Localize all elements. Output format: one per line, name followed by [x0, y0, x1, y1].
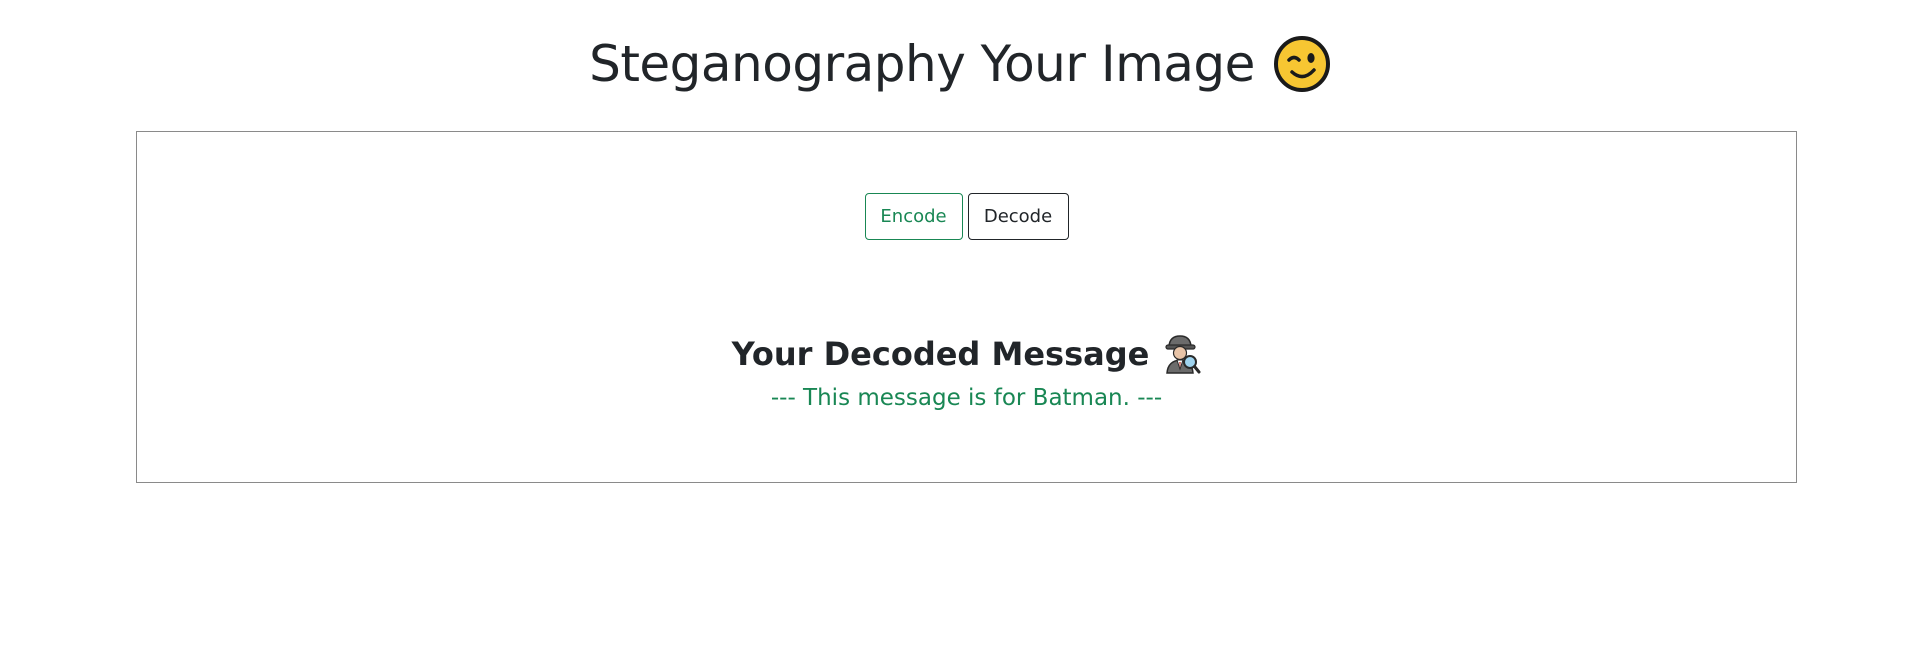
mode-tab-group: Encode Decode [137, 193, 1796, 240]
page: Steganography Your Image Encode Decode Y… [0, 0, 1920, 649]
winking-face-icon [1273, 35, 1331, 93]
steganography-panel: Encode Decode Your Decoded Message --- T… [136, 131, 1797, 483]
result-heading: Your Decoded Message [731, 335, 1150, 373]
encode-button[interactable]: Encode [864, 193, 963, 240]
result-heading-row: Your Decoded Message [137, 332, 1796, 376]
decode-button[interactable]: Decode [967, 193, 1069, 240]
detective-icon [1161, 333, 1201, 375]
decoded-message: --- This message is for Batman. --- [770, 385, 1163, 411]
page-title: Steganography Your Image [589, 35, 1255, 93]
title-row: Steganography Your Image [0, 26, 1920, 102]
decoded-result: Your Decoded Message --- This message is… [137, 332, 1796, 414]
